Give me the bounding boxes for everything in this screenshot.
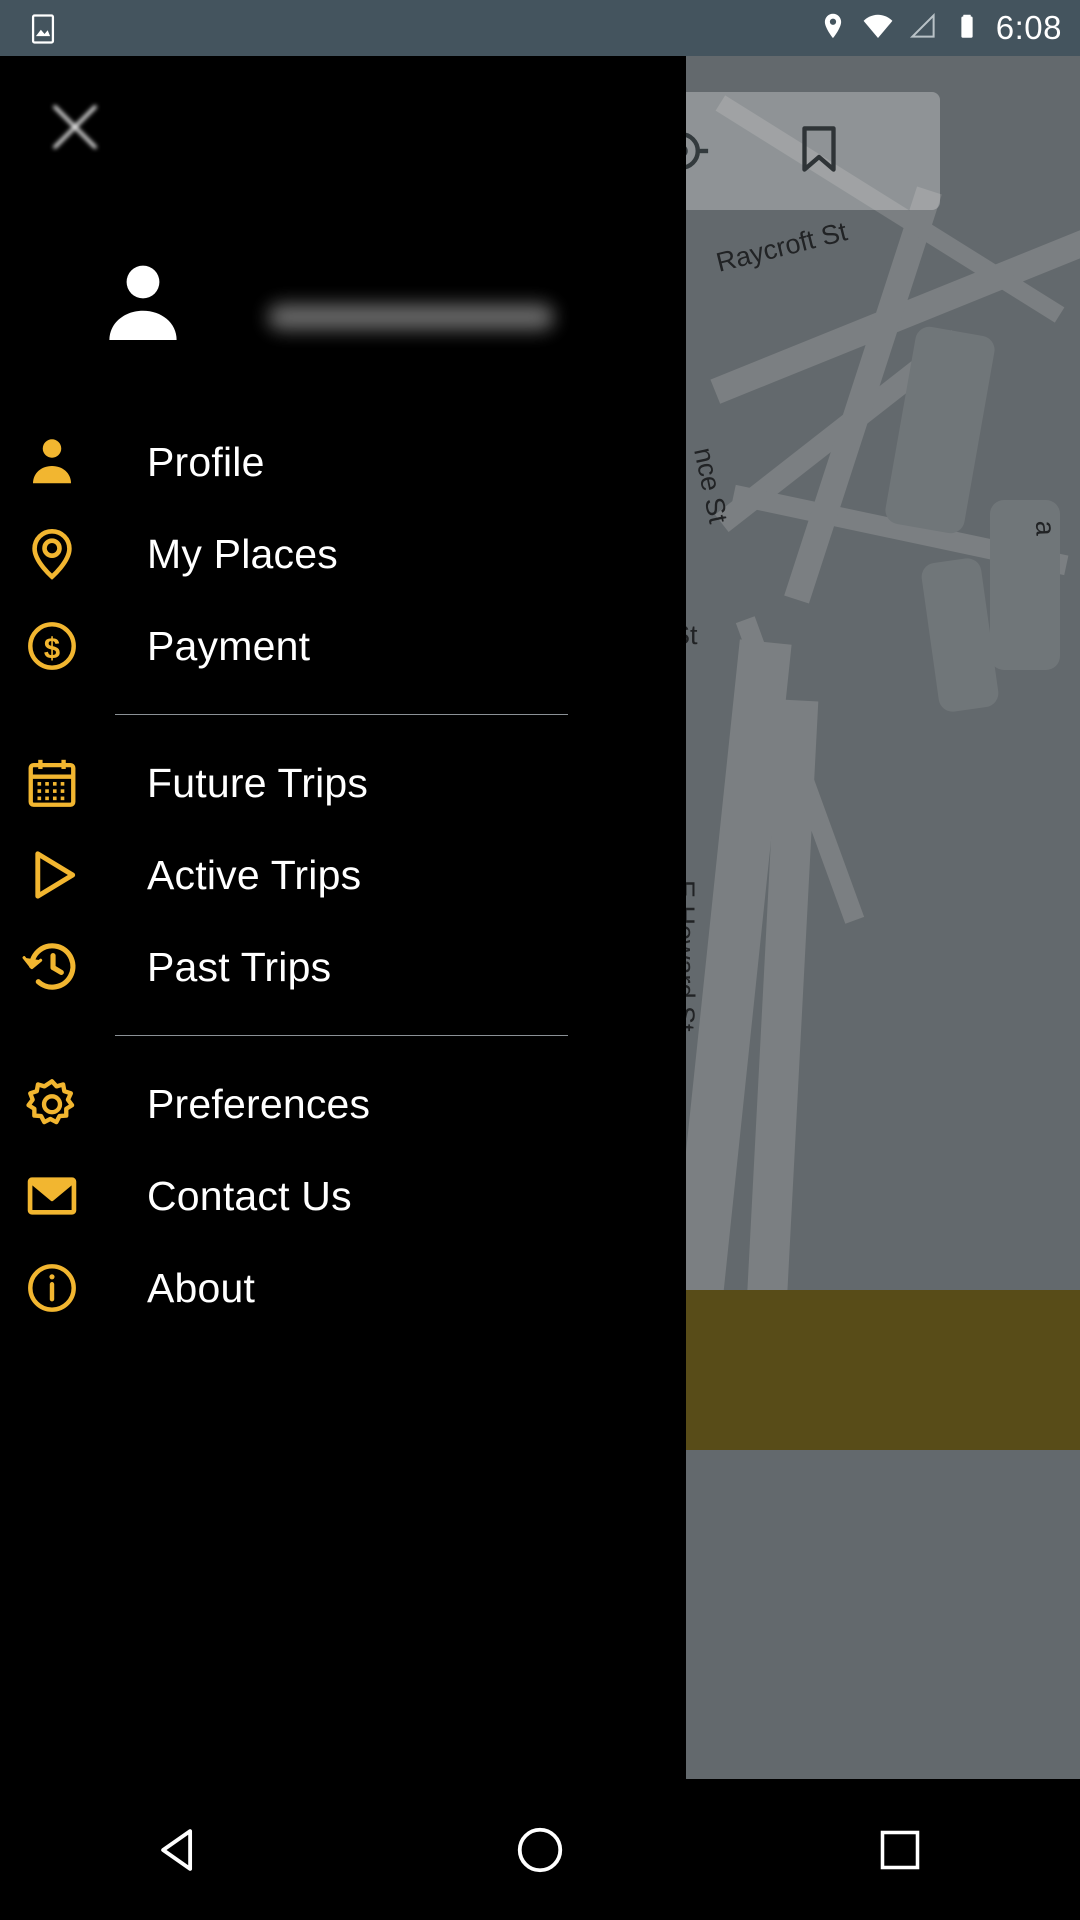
recents-button[interactable] [820,1779,980,1920]
person-icon [18,428,86,496]
menu-item-active-trips[interactable]: Active Trips [0,829,686,921]
status-bar-clock: 6:08 [995,9,1062,46]
menu-item-label: Contact Us [147,1172,352,1219]
envelope-icon [18,1162,86,1230]
menu-spacer [0,392,686,416]
menu-item-contact-us[interactable]: Contact Us [0,1150,686,1242]
play-triangle-icon [18,841,86,909]
gear-icon [18,1070,86,1138]
menu-item-label: Active Trips [147,851,362,898]
drawer-menu: Profile My Places $ Payment Future Trips… [0,392,686,1334]
menu-item-label: Preferences [147,1080,371,1127]
dollar-circle-icon: $ [18,612,86,680]
menu-item-label: My Places [147,530,338,577]
map-pin-icon [18,520,86,588]
person-avatar-icon [95,254,191,355]
android-navigation-bar [0,1779,1080,1920]
battery-icon [952,11,982,46]
menu-item-future-trips[interactable]: Future Trips [0,737,686,829]
status-bar-right-group: 6:08 [818,0,1062,56]
menu-item-my-places[interactable]: My Places [0,508,686,600]
close-x-icon[interactable] [26,78,124,176]
menu-item-label: Payment [147,622,311,669]
navigation-drawer: Profile My Places $ Payment Future Trips… [0,56,686,1779]
history-clock-icon [18,933,86,1001]
drawer-profile-header[interactable] [0,242,686,370]
screenshot-image-icon [26,12,60,51]
back-button[interactable] [100,1779,260,1920]
menu-item-label: Past Trips [147,943,332,990]
app-screen: Raycroft St nce St St E Howard St a [0,0,1080,1920]
menu-item-about[interactable]: About [0,1242,686,1334]
menu-item-label: About [147,1264,256,1311]
cell-signal-icon [908,11,938,46]
user-name-redacted [268,304,554,330]
location-pin-icon [818,11,848,46]
menu-item-past-trips[interactable]: Past Trips [0,921,686,1013]
menu-item-label: Future Trips [147,759,369,806]
wifi-icon [862,10,894,47]
menu-item-label: Profile [147,438,265,485]
bookmark-icon[interactable] [790,120,852,182]
svg-text:$: $ [44,633,60,665]
home-button[interactable] [460,1779,620,1920]
menu-divider [115,1035,568,1036]
menu-divider [115,714,568,715]
calendar-icon [18,749,86,817]
menu-item-payment[interactable]: $ Payment [0,600,686,692]
menu-item-preferences[interactable]: Preferences [0,1058,686,1150]
status-bar: 6:08 [0,0,1080,56]
info-circle-icon [18,1254,86,1322]
menu-item-profile[interactable]: Profile [0,416,686,508]
